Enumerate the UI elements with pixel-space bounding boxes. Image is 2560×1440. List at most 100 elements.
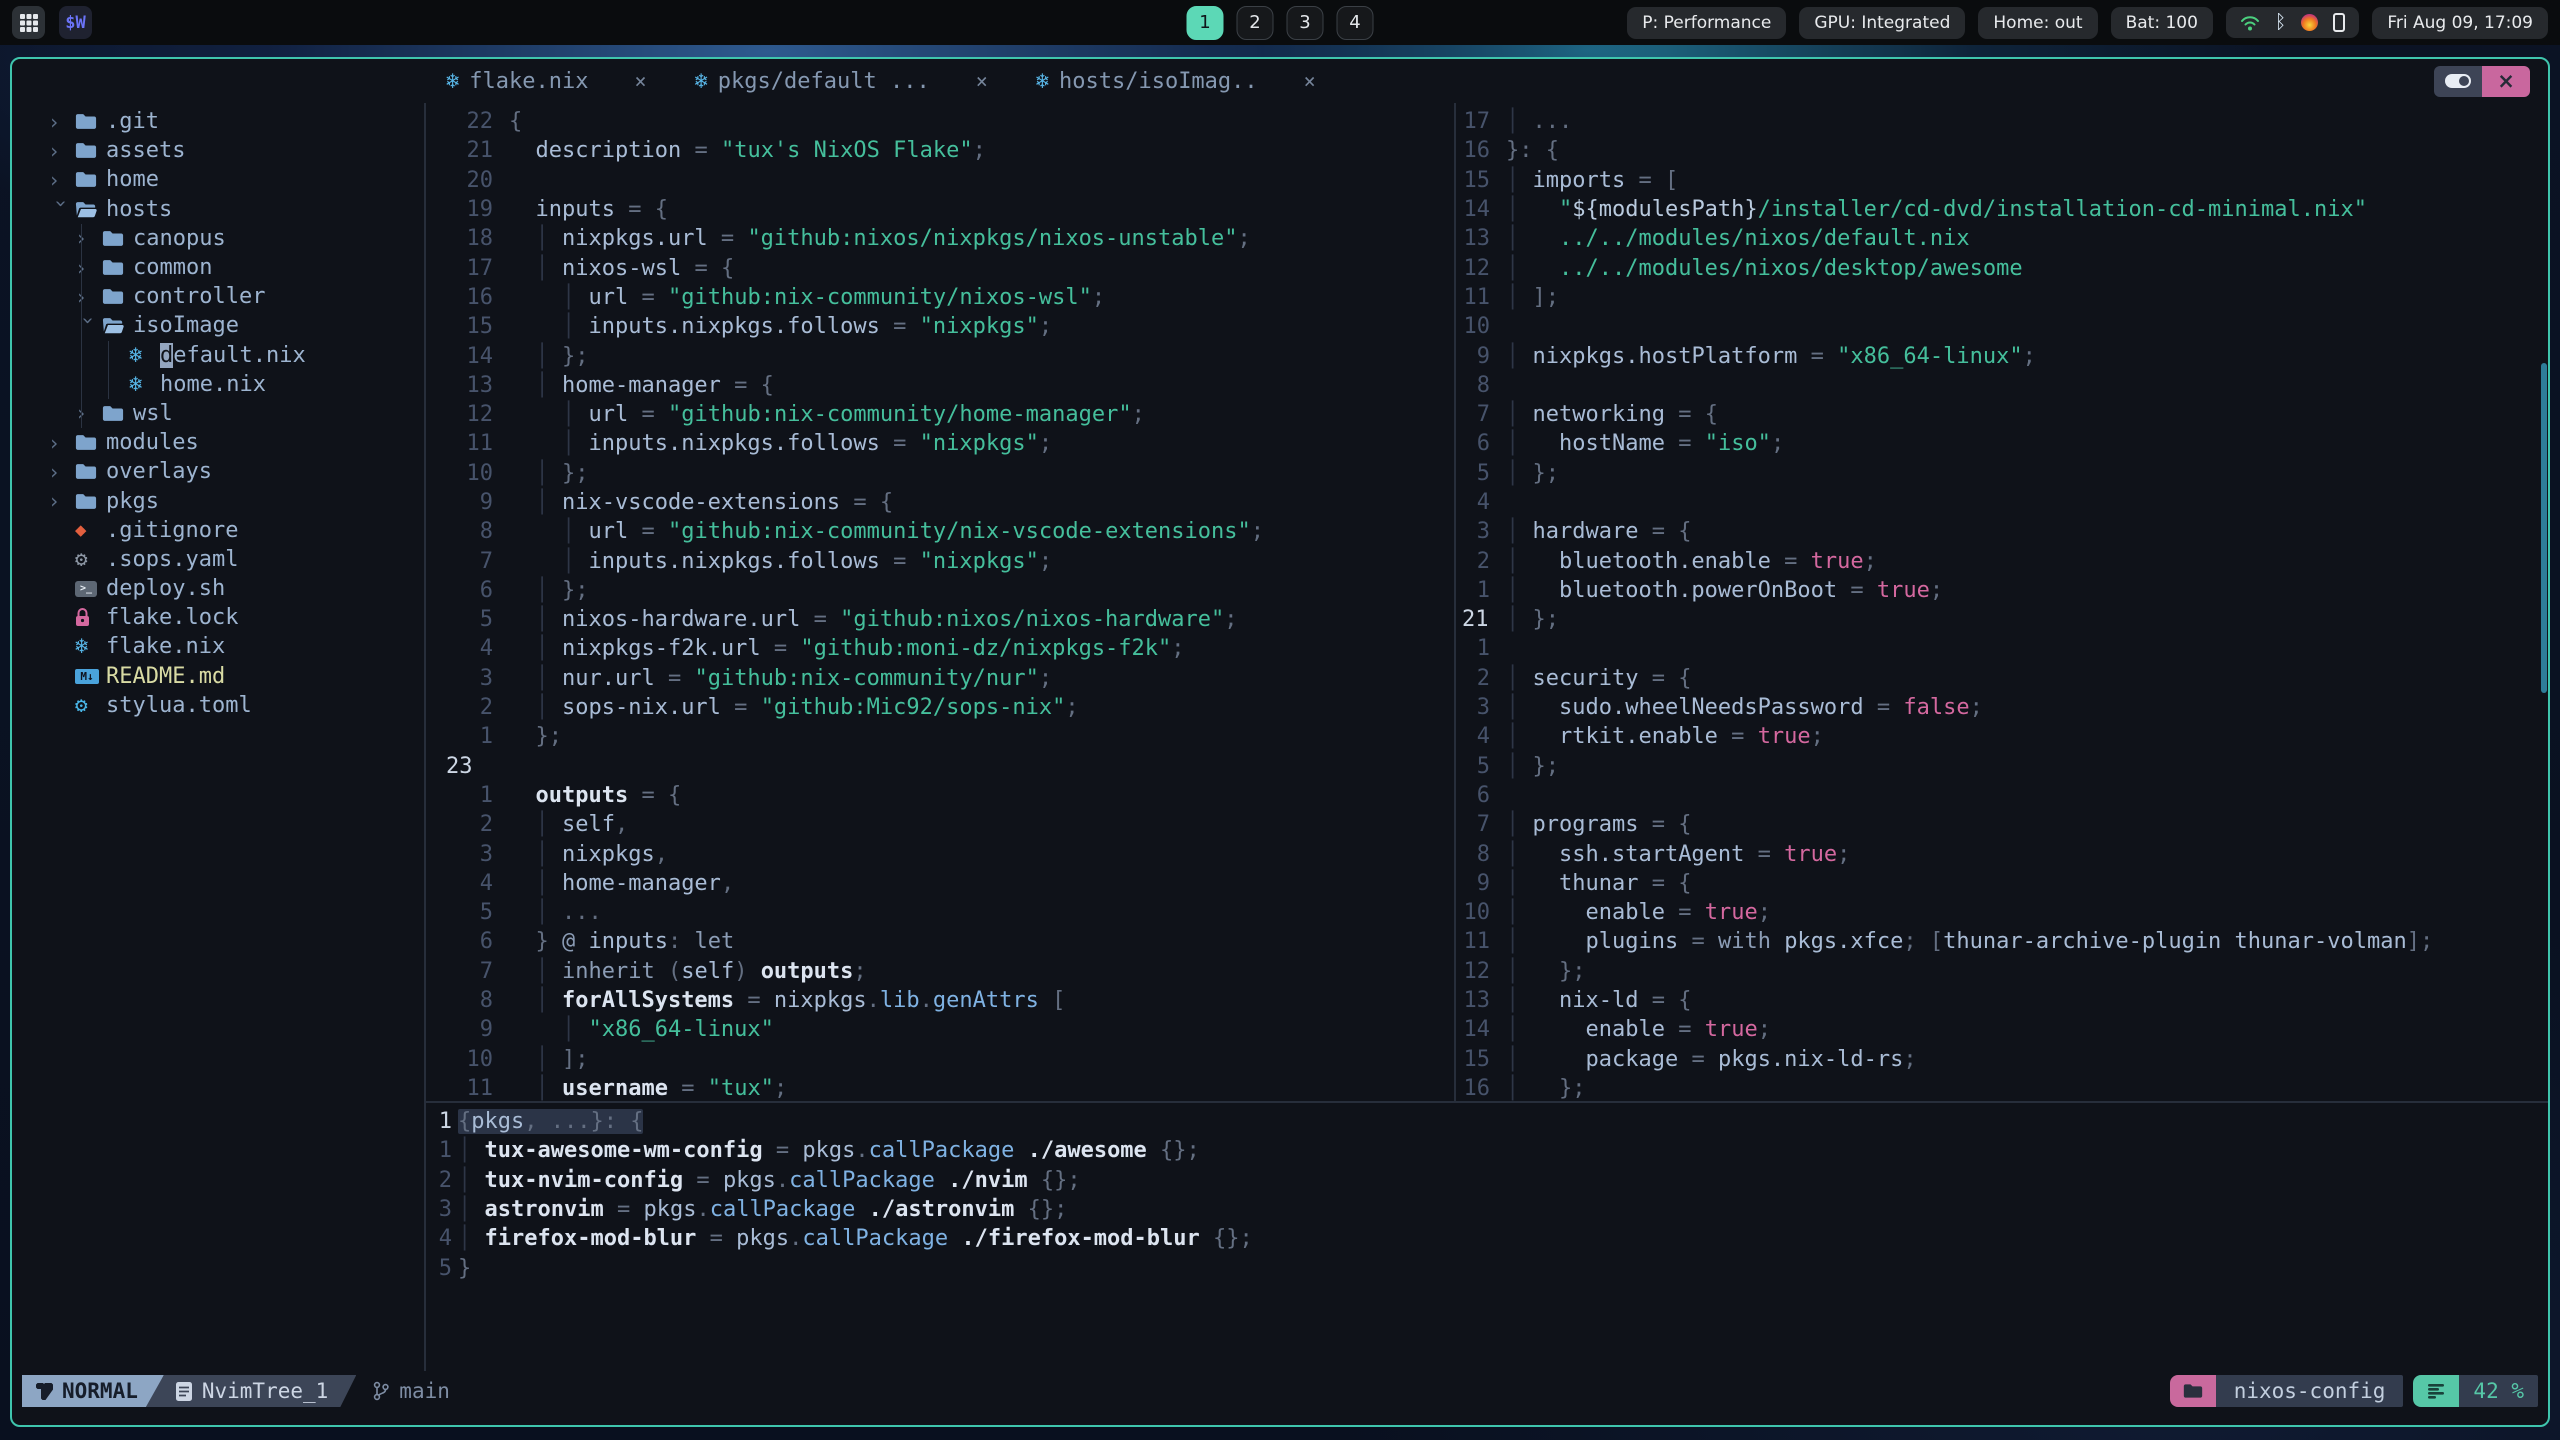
chevron-right-icon: › [75, 256, 102, 280]
progress-badge [2413, 1375, 2460, 1407]
tree-item-wsl[interactable]: › wsl [12, 399, 424, 428]
code-line: 10 [1456, 312, 2548, 341]
code-text: │ rtkit.enable = true; [1506, 724, 1824, 750]
tree-item-modules[interactable]: › modules [12, 428, 424, 457]
code-text: │ }; [1506, 1075, 1586, 1101]
tree-indent-guide [108, 340, 109, 399]
tree-item-deploy.sh[interactable]: >_ deploy.sh [12, 574, 424, 603]
folder-icon [75, 171, 106, 188]
tree-item-isoImage[interactable]: › isoImage [12, 311, 424, 340]
code-line: 1 [1456, 634, 2548, 663]
nix-icon: ❄ [129, 371, 143, 397]
tab-flake.nix[interactable]: ❄ flake.nix × [446, 69, 647, 94]
tree-item-hosts[interactable]: › hosts [12, 195, 424, 224]
tab-close-icon[interactable]: × [976, 69, 988, 93]
wm-logo-button[interactable]: $W [59, 6, 92, 39]
window-toggle-button[interactable] [2434, 65, 2482, 97]
tree-item-common[interactable]: › common [12, 253, 424, 282]
terminal-icon: >_ [75, 580, 106, 597]
workspace-2[interactable]: 2 [1236, 5, 1274, 40]
tree-item-canopus[interactable]: › canopus [12, 224, 424, 253]
code-line: 2 │ self, [426, 810, 1454, 839]
tree-item-pkgs[interactable]: › pkgs [12, 486, 424, 515]
line-number: 19 [466, 197, 494, 223]
code-text: } [458, 1255, 472, 1281]
code-line: 11 │ inputs.nixpkgs.follows = "nixpkgs"; [426, 429, 1454, 458]
status-pill: GPU: Integrated [1799, 6, 1966, 39]
scrollbar-thumb[interactable] [2541, 363, 2547, 693]
workspace-3[interactable]: 3 [1286, 5, 1324, 40]
tree-item-.sops.yaml[interactable]: ⚙ .sops.yaml [12, 545, 424, 574]
markdown-icon: M↓ [75, 668, 106, 684]
code-text: }; [509, 724, 562, 750]
code-text: │ nix-vscode-extensions = { [509, 490, 894, 515]
git-icon: ◆ [75, 519, 87, 542]
tree-item-flake.nix[interactable]: ❄ flake.nix [12, 632, 424, 661]
editor-pane-pkgs-default[interactable]: 1 {pkgs, ...}: {1 │ tux-awesome-wm-config … [426, 1103, 2548, 1371]
line-number: 1 [1476, 636, 1490, 662]
code-line: 15 │ inputs.nixpkgs.follows = "nixpkgs"; [426, 312, 1454, 341]
tree-item-.gitignore[interactable]: ◆ .gitignore [12, 516, 424, 545]
code-text: │ inputs.nixpkgs.follows = "nixpkgs"; [509, 314, 1053, 340]
tree-item-overlays[interactable]: › overlays [12, 457, 424, 486]
line-number: 1 [479, 782, 493, 808]
code-text: │ bluetooth.powerOnBoot = true; [1506, 577, 1944, 603]
tree-item-home.nix[interactable]: ❄ home.nix [12, 370, 424, 399]
code-line: 6 [1456, 781, 2548, 810]
folder-icon [75, 434, 106, 451]
tree-cursor: d [160, 342, 174, 368]
code-text: │ url = "github:nix-community/home-manag… [509, 402, 1145, 428]
tab-close-icon[interactable]: × [1304, 69, 1316, 93]
tree-item-assets[interactable]: › assets [12, 136, 424, 165]
workspace-1[interactable]: 1 [1186, 5, 1224, 40]
bluetooth-icon: ᛒ [2274, 11, 2287, 33]
chevron-right-icon: › [48, 459, 61, 484]
tree-item-controller[interactable]: › controller [12, 282, 424, 311]
tree-item-label: overlays [106, 459, 212, 485]
tree-item-flake.lock[interactable]: flake.lock [12, 603, 424, 632]
code-line: 5 │ }; [1456, 752, 2548, 781]
tree-item-label: canopus [133, 225, 226, 251]
window-close-button[interactable]: × [2482, 65, 2530, 97]
tree-item-label: .sops.yaml [106, 546, 239, 572]
code-text: │ hardware = { [1506, 519, 1692, 545]
line-number: 9 [1476, 343, 1490, 369]
line-number: 10 [466, 1046, 494, 1072]
tree-item-.git[interactable]: › .git [12, 107, 424, 136]
workspace-4[interactable]: 4 [1336, 5, 1374, 40]
code-text: │ home-manager = { [509, 372, 774, 398]
code-text: │ username = "tux"; [509, 1075, 788, 1101]
editor-pane-flake-nix[interactable]: 22{21 description = "tux's NixOS Flake";… [426, 103, 1454, 1101]
code-line: 8 │ url = "github:nix-community/nix-vsco… [426, 517, 1454, 546]
editor-pane-iso-image[interactable]: 17 │ ... 16}: {15 │ imports = [14 │ "${modul… [1456, 103, 2548, 1101]
neovim-window: ❄ flake.nix × ❄ pkgs/default ... × ❄ hosts/isoI… [10, 57, 2550, 1427]
folder-icon [102, 288, 133, 305]
tree-item-label: .git [106, 109, 159, 135]
code-text: │ nix-ld = { [1506, 988, 1692, 1014]
code-text: │ plugins = with pkgs.xfce; [thunar-arch… [1506, 929, 2434, 955]
code-text: │ nur.url = "github:nix-community/nur"; [509, 665, 1053, 691]
tree-item-label: flake.lock [106, 605, 239, 631]
line-number: 7 [479, 548, 493, 574]
line-number: 16 [466, 284, 494, 310]
chevron-down-icon: › [76, 314, 101, 327]
code-line: 6 │ }; [426, 576, 1454, 605]
tab-close-icon[interactable]: × [634, 69, 646, 93]
tree-item-home[interactable]: › home [12, 165, 424, 194]
code-line: 2 │ tux-nvim-config = pkgs.callPackage ./… [426, 1166, 2548, 1195]
tree-item-README.md[interactable]: M↓ README.md [12, 662, 424, 691]
code-text: │ networking = { [1506, 402, 1718, 428]
code-line: 10 │ ]; [426, 1045, 1454, 1074]
code-line: 5 │ nixos-hardware.url = "github:nixos/n… [426, 605, 1454, 634]
grid-icon [19, 13, 38, 32]
tree-item-stylua.toml[interactable]: ⚙ stylua.toml [12, 691, 424, 720]
code-line: 11 │ plugins = with pkgs.xfce; [thunar-ar… [1456, 927, 2548, 956]
tree-item-default.nix[interactable]: ❄ default.nix [12, 341, 424, 370]
vim-icon [36, 1383, 53, 1400]
tab-pkgs/default ...[interactable]: ❄ pkgs/default ... × [695, 69, 988, 94]
lock-icon [75, 608, 106, 627]
code-line: 16 │ }; [1456, 1074, 2548, 1101]
tab-hosts/isoImag..[interactable]: ❄ hosts/isoImag.. × [1036, 69, 1316, 94]
app-launcher-button[interactable] [12, 6, 45, 39]
mode-indicator: NORMAL [22, 1375, 164, 1407]
